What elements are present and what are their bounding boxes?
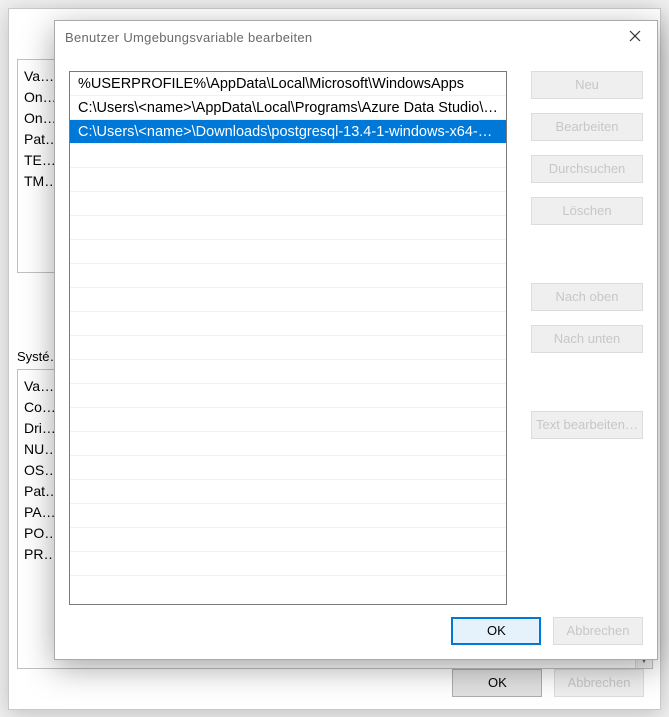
list-item[interactable] (70, 552, 506, 576)
list-item[interactable]: %USERPROFILE%\AppData\Local\Microsoft\Wi… (70, 72, 506, 96)
list-item[interactable] (70, 312, 506, 336)
close-icon (629, 30, 641, 42)
list-item[interactable] (70, 504, 506, 528)
delete-button[interactable]: Löschen (531, 197, 643, 225)
edit-text-button[interactable]: Text bearbeiten… (531, 411, 643, 439)
move-up-button[interactable]: Nach oben (531, 283, 643, 311)
dialog-footer-buttons: OK Abbrechen (443, 617, 643, 645)
list-item[interactable]: C:\Users\<name>\Downloads\postgresql-13.… (70, 120, 506, 144)
list-item[interactable] (70, 432, 506, 456)
list-item[interactable] (70, 528, 506, 552)
back-window-buttons: OK Abbrechen (444, 669, 644, 697)
list-item[interactable] (70, 264, 506, 288)
list-item[interactable] (70, 480, 506, 504)
list-item[interactable] (70, 144, 506, 168)
list-item[interactable] (70, 192, 506, 216)
back-ok-button[interactable]: OK (452, 669, 542, 697)
list-item[interactable] (70, 456, 506, 480)
list-item[interactable] (70, 336, 506, 360)
path-list[interactable]: %USERPROFILE%\AppData\Local\Microsoft\Wi… (69, 71, 507, 605)
dialog-body: %USERPROFILE%\AppData\Local\Microsoft\Wi… (69, 71, 643, 605)
dialog-cancel-button[interactable]: Abbrechen (553, 617, 643, 645)
list-item[interactable] (70, 360, 506, 384)
edit-user-env-var-dialog: Benutzer Umgebungsvariable bearbeiten %U… (54, 20, 658, 660)
dialog-side-buttons: Neu Bearbeiten Durchsuchen Löschen Nach … (523, 71, 643, 439)
dialog-titlebar[interactable]: Benutzer Umgebungsvariable bearbeiten (55, 21, 657, 53)
browse-button[interactable]: Durchsuchen (531, 155, 643, 183)
move-down-button[interactable]: Nach unten (531, 325, 643, 353)
list-item[interactable]: C:\Users\<name>\AppData\Local\Programs\A… (70, 96, 506, 120)
list-item[interactable] (70, 384, 506, 408)
dialog-ok-button[interactable]: OK (451, 617, 541, 645)
dialog-title: Benutzer Umgebungsvariable bearbeiten (65, 30, 312, 45)
back-cancel-button[interactable]: Abbrechen (554, 669, 644, 697)
dialog-close-button[interactable] (612, 21, 657, 51)
list-item[interactable] (70, 168, 506, 192)
list-item[interactable] (70, 240, 506, 264)
list-item[interactable] (70, 216, 506, 240)
list-item[interactable] (70, 408, 506, 432)
edit-button[interactable]: Bearbeiten (531, 113, 643, 141)
new-button[interactable]: Neu (531, 71, 643, 99)
list-item[interactable] (70, 288, 506, 312)
